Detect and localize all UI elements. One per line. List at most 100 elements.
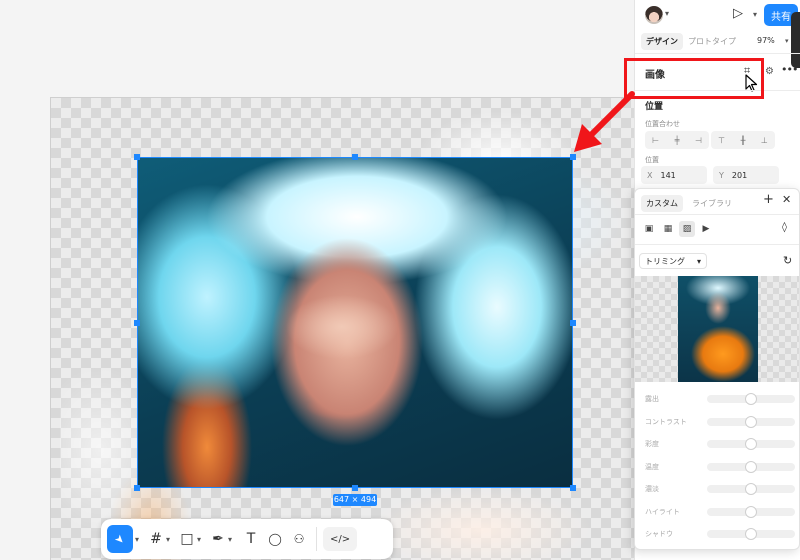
y-value: 201 — [731, 170, 748, 180]
align-label: 位置合わせ — [645, 120, 680, 128]
adjustment-label: 露出 — [645, 395, 659, 403]
adjustment-row: 彩度 — [645, 437, 795, 451]
move-tool-button[interactable]: ➤ — [107, 525, 133, 553]
present-caret-icon[interactable]: ▾ — [753, 10, 757, 19]
comment-tool-button[interactable]: ◯ — [262, 525, 288, 553]
adjustment-row: 温度 — [645, 460, 795, 474]
align-bottom-icon[interactable]: ⊥ — [754, 136, 774, 145]
resize-handle-top-left[interactable] — [134, 154, 140, 160]
video-fill-icon[interactable]: ▶ — [698, 221, 714, 237]
shape-tool-button[interactable]: □ — [178, 525, 196, 553]
adjustment-row: ハイライト — [645, 505, 795, 519]
adjustment-slider[interactable] — [707, 438, 795, 450]
zoom-level[interactable]: 97% — [757, 36, 775, 45]
zoom-caret-icon[interactable]: ▾ — [785, 37, 789, 45]
add-icon[interactable]: + — [763, 192, 774, 207]
tab-design[interactable]: デザイン — [641, 32, 683, 50]
image-preview-area — [635, 276, 799, 382]
close-icon[interactable]: ✕ — [782, 193, 791, 206]
tab-library[interactable]: ライブラリ — [687, 195, 737, 212]
adjustment-slider[interactable] — [707, 483, 795, 495]
slider-knob[interactable] — [745, 505, 757, 518]
frame-tool-button[interactable]: # — [147, 525, 165, 553]
adjustment-slider[interactable] — [707, 505, 795, 518]
x-position-field[interactable]: X 141 — [641, 166, 707, 184]
rectangle-icon: □ — [180, 531, 194, 547]
adjustment-slider[interactable] — [707, 460, 795, 473]
move-tool-dropdown-caret[interactable]: ▾ — [135, 535, 139, 544]
pen-tool-dropdown-caret[interactable]: ▾ — [228, 535, 232, 544]
vertical-align-group: ⊤ ╫ ⊥ — [711, 131, 775, 149]
adjustment-label: 濃淡 — [645, 485, 659, 493]
more-options-icon[interactable]: ••• — [781, 63, 798, 76]
y-axis-label: Y — [719, 170, 724, 180]
resize-handle-bottom-left[interactable] — [134, 485, 140, 491]
adjustment-label: 温度 — [645, 462, 659, 471]
rotate-icon[interactable]: ↻ — [783, 254, 792, 267]
component-icon[interactable]: ⚙ — [765, 66, 774, 77]
divider — [635, 244, 799, 245]
x-axis-label: X — [647, 170, 653, 180]
slider-knob[interactable] — [745, 438, 757, 450]
resize-handle-bottom-right[interactable] — [570, 485, 576, 491]
avatar-caret-icon[interactable]: ▾ — [665, 9, 669, 18]
image-fill-icon[interactable]: ▨ — [679, 221, 695, 237]
adjustment-row: コントラスト — [645, 415, 795, 429]
slider-knob[interactable] — [745, 483, 757, 495]
resize-handle-left[interactable] — [134, 320, 140, 326]
frame-tool-dropdown-caret[interactable]: ▾ — [166, 535, 170, 544]
align-right-icon[interactable]: ⊣ — [688, 136, 708, 145]
solid-fill-icon[interactable]: ▣ — [641, 221, 657, 237]
comment-bubble-icon: ◯ — [268, 532, 282, 546]
components-icon: ⚇ — [293, 532, 305, 546]
align-middle-icon[interactable]: ╫ — [733, 136, 753, 145]
align-center-h-icon[interactable]: ╪ — [667, 136, 687, 145]
gradient-fill-icon[interactable]: ▦ — [660, 221, 676, 237]
adjustment-slider[interactable] — [707, 415, 795, 428]
divider — [635, 214, 799, 215]
present-play-button[interactable]: ▷ — [733, 6, 743, 21]
resize-handle-right[interactable] — [570, 320, 576, 326]
image-mode-dropdown[interactable]: トリミング ▾ — [639, 253, 707, 269]
code-icon: </> — [329, 533, 351, 545]
adjustment-label: コントラスト — [645, 417, 687, 426]
position-label: 位置 — [645, 156, 659, 164]
resize-handle-top[interactable] — [352, 154, 358, 160]
dev-mode-button[interactable]: </> — [323, 527, 358, 551]
slider-knob[interactable] — [745, 460, 757, 473]
tab-custom[interactable]: カスタム — [641, 195, 683, 212]
shape-tool-dropdown-caret[interactable]: ▾ — [197, 535, 201, 544]
slider-knob[interactable] — [745, 415, 757, 428]
adjustment-label: ハイライト — [645, 507, 680, 516]
align-left-icon[interactable]: ⊢ — [646, 136, 666, 145]
slider-knob[interactable] — [745, 528, 757, 540]
scroll-indicator[interactable] — [791, 12, 800, 68]
tab-prototype[interactable]: プロトタイプ — [683, 33, 741, 50]
text-tool-button[interactable]: T — [240, 525, 262, 553]
annotation-highlight-box — [624, 58, 764, 99]
x-value: 141 — [660, 170, 676, 180]
avatar[interactable] — [645, 6, 663, 24]
panel-header: ▾ ▷ ▾ 共有 — [635, 0, 800, 30]
resize-handle-bottom[interactable] — [352, 485, 358, 491]
image-thumbnail[interactable] — [678, 276, 758, 382]
toolbar-divider — [316, 527, 318, 551]
cursor-arrow-icon: ➤ — [112, 531, 128, 547]
slider-knob[interactable] — [745, 393, 757, 405]
components-tool-button[interactable]: ⚇ — [288, 525, 310, 553]
y-position-field[interactable]: Y 201 — [713, 166, 779, 184]
opacity-drop-icon[interactable]: ◊ — [782, 222, 787, 233]
canvas[interactable]: 647 × 494 ➤ ▾ # ▾ □ ▾ ✒ ▾ T ◯ ⚇ </> — [0, 0, 650, 560]
pen-tool-button[interactable]: ✒ — [209, 525, 227, 553]
adjustment-label: 彩度 — [645, 440, 659, 448]
fill-type-selector: ▣ ▦ ▨ ▶ — [641, 221, 717, 237]
selection-outline — [137, 157, 573, 488]
chevron-down-icon: ▾ — [696, 256, 701, 266]
adjustment-slider[interactable] — [707, 393, 795, 405]
align-top-icon[interactable]: ⊤ — [712, 136, 732, 145]
panel-tabs: デザイン プロトタイプ — [641, 32, 741, 50]
adjustment-slider[interactable] — [707, 528, 795, 540]
image-fill-popup: カスタム ライブラリ + ✕ ▣ ▦ ▨ ▶ ◊ トリミング ▾ ↻ 露出コント… — [634, 188, 800, 550]
pen-icon: ✒ — [212, 531, 224, 547]
bottom-toolbar: ➤ ▾ # ▾ □ ▾ ✒ ▾ T ◯ ⚇ </> — [101, 519, 393, 559]
